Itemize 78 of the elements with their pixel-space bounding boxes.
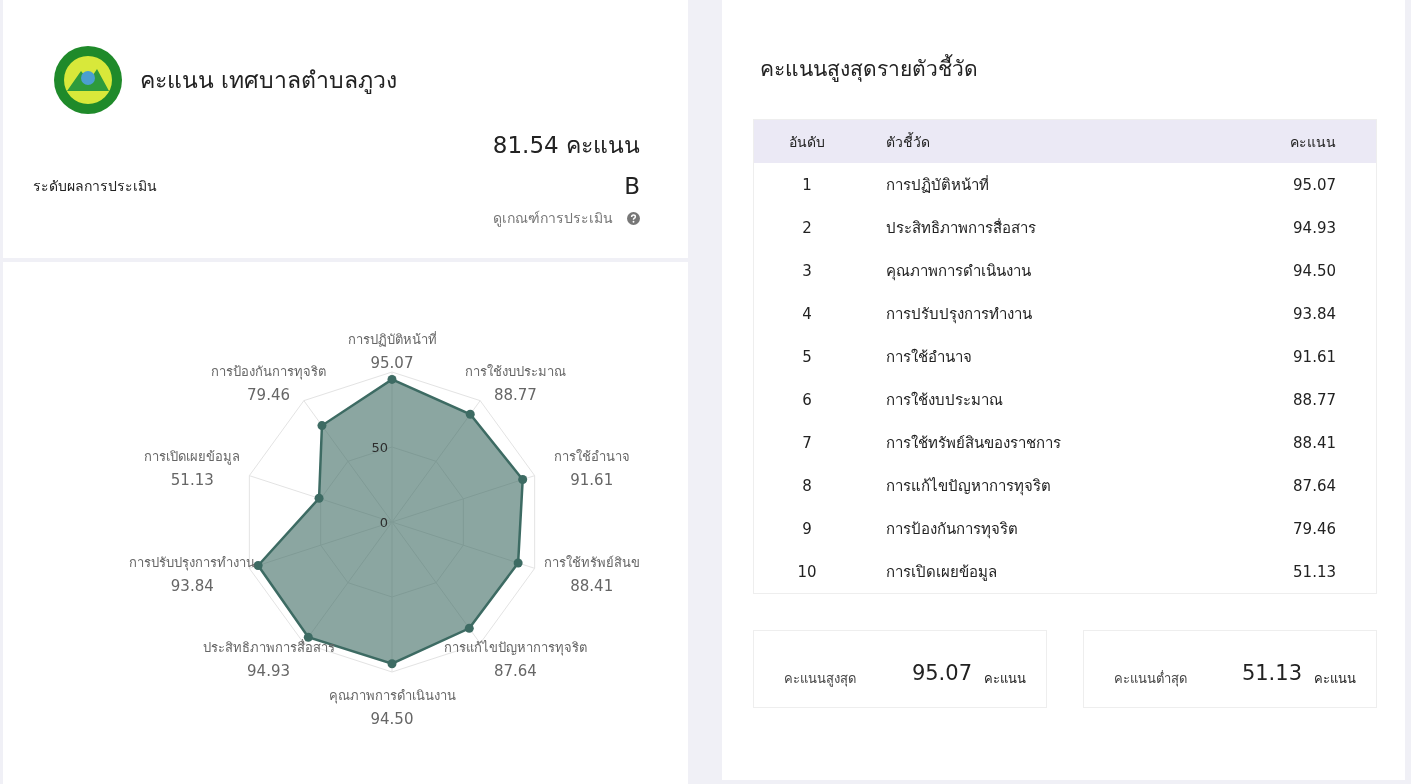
table-cell-text: 9	[801, 519, 813, 538]
table-cell-text: 87.64	[1292, 476, 1337, 495]
help-icon[interactable]	[627, 211, 640, 225]
data-point	[513, 558, 523, 568]
column-header: ตัวชี้วัด	[885, 131, 931, 152]
table-cell-text: คุณภาพการดำเนินงาน	[885, 260, 1032, 283]
criteria-link[interactable]: ดูเกณฑ์การประเมิน	[493, 207, 613, 229]
summary-label: คะแนนต่ำสุด	[1114, 669, 1188, 689]
table-cell-text: 95.07	[1292, 175, 1337, 194]
value-label: 95.07	[370, 354, 414, 372]
table-cell-text: 91.61	[1292, 347, 1337, 366]
table-cell-text: การปฏิบัติหน้าที่	[885, 174, 990, 196]
table-cell-text: 93.84	[1292, 304, 1337, 323]
table-cell-text: 1	[801, 175, 813, 194]
data-point	[464, 623, 474, 633]
table-cell-text: 8	[801, 476, 813, 495]
value-label: 91.61	[570, 471, 614, 490]
value-label: 87.64	[493, 661, 537, 680]
table-cell-text: 94.50	[1292, 261, 1337, 280]
data-point	[465, 409, 475, 419]
grade-value: B	[624, 173, 640, 199]
table-cell-text: การใช้ทรัพย์สินของราชการ	[885, 432, 1062, 454]
value-label: 51.13	[170, 471, 214, 490]
table-cell-text: 6	[801, 390, 813, 409]
axis-label: การปฏิบัติหน้าที่	[347, 332, 437, 347]
table-cell-text: 2	[801, 218, 813, 237]
table-cell-text: 5	[801, 347, 813, 366]
summary-value: 95.07	[911, 661, 972, 685]
value-label: 79.46	[247, 386, 291, 405]
summary-unit: คะแนน	[1314, 669, 1356, 688]
axis-label: ประสิทธิภาพการสื่อสาร	[202, 639, 335, 655]
table-cell-text: 88.41	[1292, 433, 1337, 452]
data-point	[387, 659, 397, 669]
axis-tick: 0	[379, 515, 388, 530]
table-cell-text: 94.93	[1292, 218, 1337, 237]
axis-label: การใช้งบประมาณ	[464, 364, 566, 380]
table-cell-text: ประสิทธิภาพการสื่อสาร	[885, 217, 1037, 239]
grade-label: ระดับผลการประเมิน	[33, 177, 157, 196]
table-cell-text: 4	[801, 304, 813, 323]
axis-label: การใช้ทรัพย์สินข	[543, 554, 640, 570]
summary-label: คะแนนสูงสุด	[784, 669, 857, 689]
summary-value: 51.13	[1241, 661, 1302, 685]
axis-label: การป้องกันการทุจริต	[211, 364, 327, 380]
value-label: 88.41	[570, 576, 614, 595]
data-point	[518, 475, 528, 485]
table-cell-text: 3	[801, 261, 813, 280]
table-cell-text: 51.13	[1292, 562, 1337, 581]
axis-label: การใช้อำนาจ	[553, 449, 630, 465]
table-cell-text: 7	[801, 433, 813, 452]
axis-label: การแก้ไขปัญหาการทุจริต	[443, 639, 587, 655]
axis-label: คุณภาพการดำเนินงาน	[328, 688, 456, 703]
value-label: 94.93	[247, 661, 291, 680]
table-cell-text: 10	[796, 562, 818, 581]
value-label: 93.84	[170, 576, 214, 595]
total-score: 81.54 คะแนน	[491, 131, 640, 160]
data-point	[253, 561, 263, 570]
table-cell-text: 79.46	[1292, 519, 1337, 538]
data-point	[317, 421, 327, 431]
table-cell-text: การเปิดเผยข้อมูล	[885, 561, 998, 583]
column-header: อันดับ	[788, 132, 826, 152]
axis-label: การปรับปรุงการทำงาน	[129, 554, 256, 570]
emblem-icon	[53, 45, 123, 115]
value-label: 88.77	[493, 386, 537, 405]
section-title: คะแนนสูงสุดรายตัวชี้วัด	[753, 52, 1377, 85]
data-point	[387, 374, 397, 384]
table-cell-text: การป้องกันการทุจริต	[885, 518, 1019, 541]
axis-label: การเปิดเผยข้อมูล	[144, 449, 241, 465]
table-cell-text: การใช้งบประมาณ	[885, 389, 1004, 411]
table-cell-text: 88.77	[1292, 390, 1337, 409]
axis-tick: 50	[371, 440, 388, 455]
table-cell-text: การใช้อำนาจ	[885, 346, 973, 368]
table-cell-text: การปรับปรุงการทำงาน	[885, 303, 1033, 326]
page-title: คะแนน เทศบาลตำบลภูวง	[140, 66, 398, 96]
value-label: 94.50	[370, 710, 414, 728]
data-point	[314, 493, 324, 503]
column-header: คะแนน	[1289, 132, 1337, 152]
summary-unit: คะแนน	[984, 669, 1026, 688]
table-cell-text: การแก้ไขปัญหาการทุจริต	[885, 475, 1052, 498]
